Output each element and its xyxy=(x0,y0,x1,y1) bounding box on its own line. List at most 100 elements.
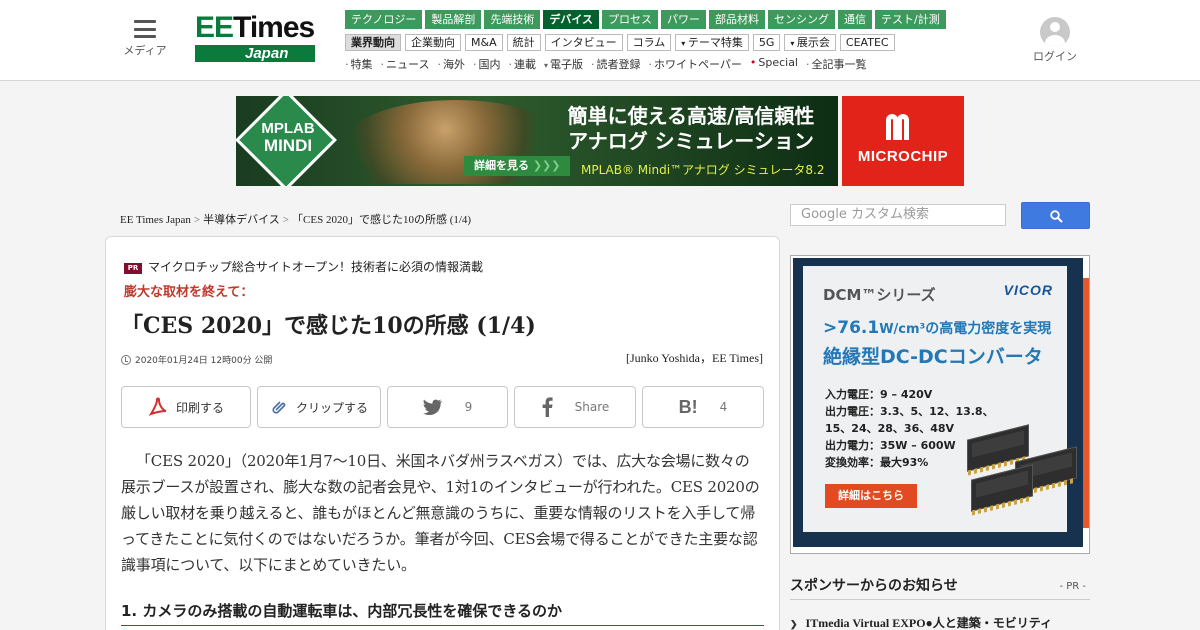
login-label: ログイン xyxy=(1033,50,1077,63)
ad-power-density-value: >76.1 xyxy=(823,318,880,338)
nav-secondary-item[interactable]: M&A xyxy=(465,34,503,51)
hamburger-icon xyxy=(134,20,156,38)
vicor-side-ad[interactable]: DCM™シリーズ VICOR >76.1W/cm³の高電力密度を実現 絶縁型DC… xyxy=(790,255,1090,554)
clip-button[interactable]: クリップする xyxy=(257,386,381,428)
nav-tertiary-item[interactable]: 読者登録 xyxy=(591,56,640,72)
nav-tertiary-item[interactable]: 海外 xyxy=(437,56,465,72)
sponsor-section: スポンサーからのお知らせ - PR - xyxy=(790,575,1090,600)
microchip-ad[interactable]: MICROCHIP xyxy=(842,96,964,186)
secondary-nav: 業界動向企業動向M&A統計インタビューコラムテーマ特集5G展示会CEATEC xyxy=(345,34,895,51)
nav-primary-item[interactable]: 通信 xyxy=(838,10,873,29)
site-header: メディア EETimes Japan テクノロジー 製品解剖 先端技術 デバイス プロセ… xyxy=(0,0,1200,81)
sponsor-pr-label: - PR - xyxy=(1059,581,1086,592)
publish-date: 2020年01月24日 12時00分 公開 xyxy=(121,353,272,366)
nav-primary-item[interactable]: 先端技術 xyxy=(484,10,541,29)
nav-secondary-item[interactable]: 5G xyxy=(752,34,781,51)
article-title: 「CES 2020」で感じた10の所感 (1/4) xyxy=(121,313,536,339)
ad-detail-button[interactable]: 詳細はこちら xyxy=(825,484,917,508)
media-menu-label: メディア xyxy=(123,44,167,57)
breadcrumb: EE Times Japan > 半導体デバイス > 「CES 2020」で感じた10の… xyxy=(120,214,472,226)
ad-spec-line: 入力電圧：9 – 420V xyxy=(825,388,933,401)
search-icon xyxy=(1050,210,1063,223)
hatena-icon: B! xyxy=(678,396,698,417)
print-button[interactable]: 印刷する xyxy=(121,386,251,428)
nav-primary-item[interactable]: 部品材料 xyxy=(709,10,766,29)
ad-series: DCM™シリーズ xyxy=(823,286,936,304)
ad-headline-1: >76.1W/cm³の高電力密度を実現 xyxy=(823,318,1051,338)
breadcrumb-category[interactable]: 半導体デバイス xyxy=(203,214,280,226)
nav-secondary-item[interactable]: 企業動向 xyxy=(405,34,461,51)
nav-secondary-item[interactable]: 統計 xyxy=(506,34,541,51)
ad-spec-line: 15、24、28、36、48V xyxy=(825,422,955,435)
nav-secondary-item[interactable]: インタビュー xyxy=(544,34,623,51)
nav-secondary-item[interactable]: CEATEC xyxy=(839,34,895,51)
user-avatar-icon xyxy=(1040,17,1070,47)
banner-headline-1: 簡単に使える高速/高信頼性 xyxy=(567,104,815,128)
banner-headline-2: アナログ シミュレーション xyxy=(568,129,814,153)
login-button[interactable]: ログイン xyxy=(1030,17,1080,64)
pr-link[interactable]: PR マイクロチップ総合サイトオープン！技術者に必須の情報満載 xyxy=(124,258,483,275)
twitter-icon xyxy=(422,399,443,415)
facebook-share-button[interactable]: Share xyxy=(514,386,636,428)
tertiary-nav: 特集ニュース海外国内連載電子版読者登録ホワイトペーパー Special 全記事一覧 xyxy=(345,56,867,72)
breadcrumb-current: 「CES 2020」で感じた10の所感 (1/4) xyxy=(292,214,472,226)
sponsor-item[interactable]: ITmedia Virtual EXPO●人と建築・モビリティ xyxy=(790,614,1053,630)
search-input[interactable]: Google カスタム検索 xyxy=(790,204,1006,226)
nav-tertiary-item[interactable]: 特集 xyxy=(345,56,373,72)
nav-secondary-item[interactable]: 業界動向 xyxy=(345,34,401,51)
site-logo[interactable]: EETimes Japan xyxy=(195,13,315,63)
sponsor-heading: スポンサーからのお知らせ xyxy=(790,578,958,594)
nav-secondary-item[interactable]: テーマ特集 xyxy=(675,34,749,51)
banner-headline: 簡単に使える高速/高信頼性 アナログ シミュレーション xyxy=(556,104,826,154)
nav-primary-item[interactable]: センシング xyxy=(768,10,836,29)
nav-primary-item[interactable]: テクノロジー xyxy=(345,10,423,29)
twitter-share-button[interactable]: 9 xyxy=(387,386,508,428)
badge-line2: MINDI xyxy=(263,136,313,155)
badge-line1: MPLAB xyxy=(261,120,315,137)
hatena-bookmark-button[interactable]: B! 4 xyxy=(642,386,764,428)
publish-date-text: 2020年01月24日 12時00分 公開 xyxy=(135,356,273,366)
microchip-brand: MICROCHIP xyxy=(857,148,949,165)
ad-headline-2: 絶縁型DC-DCコンバータ xyxy=(823,346,1043,368)
nav-tertiary-item[interactable]: ニュース xyxy=(381,56,429,72)
nav-primary-item[interactable]: プロセス xyxy=(602,10,659,29)
primary-nav: テクノロジー 製品解剖 先端技術 デバイス プロセス パワー 部品材料 センシング 通信 テスト/… xyxy=(345,10,946,29)
twitter-count: 9 xyxy=(464,400,473,414)
banner-detail-button[interactable]: 詳細を見る xyxy=(464,156,571,176)
media-menu-button[interactable]: メディア xyxy=(120,20,170,58)
nav-primary-item[interactable]: デバイス xyxy=(543,10,600,29)
nav-primary-item[interactable]: パワー xyxy=(661,10,707,29)
banner-product: MPLAB® Mindi™アナログ シミュレータ8.2 xyxy=(581,163,825,177)
breadcrumb-home[interactable]: EE Times Japan xyxy=(120,214,191,226)
ad-power-density-unit: W/cm³ xyxy=(879,322,926,337)
nav-primary-item[interactable]: テスト/計測 xyxy=(875,10,946,29)
article-body: 「CES 2020」（2020年1月7～10日、米国ネバダ州ラスベガス）では、広… xyxy=(121,452,760,574)
nav-tertiary-item[interactable]: 電子版 xyxy=(544,56,583,72)
clock-icon xyxy=(121,355,131,365)
article-toolbar: 印刷する クリップする 9 Share B! 4 xyxy=(121,386,764,428)
nav-tertiary-item[interactable]: Special xyxy=(750,56,798,72)
nav-primary-item[interactable]: 製品解剖 xyxy=(425,10,482,29)
article-subtitle: 膨大な取材を終えて： xyxy=(124,285,254,300)
microchip-logo-icon xyxy=(886,114,920,142)
vicor-logo: VICOR xyxy=(1003,282,1053,298)
pdf-icon xyxy=(148,397,168,417)
clip-label: クリップする xyxy=(295,400,368,415)
article-byline: [Junko Yoshida，EE Times] xyxy=(625,351,763,365)
section-heading: 1. カメラのみ搭載の自動運転車は、内部冗長性を確保できるのか xyxy=(121,600,764,626)
nav-secondary-item[interactable]: 展示会 xyxy=(784,34,836,51)
nav-tertiary-item[interactable]: 国内 xyxy=(473,56,500,72)
pr-text: マイクロチップ総合サイトオープン！技術者に必須の情報満載 xyxy=(148,260,484,274)
hatena-count: 4 xyxy=(719,400,728,414)
nav-tertiary-item[interactable]: 連載 xyxy=(508,56,536,72)
ad-spec-line: 出力電圧：3.3、5、12、13.8、 xyxy=(825,405,994,418)
nav-tertiary-item[interactable]: 全記事一覧 xyxy=(806,56,867,72)
nav-tertiary-item[interactable]: ホワイトペーパー xyxy=(648,56,742,72)
logo-ee: EE xyxy=(195,11,234,44)
print-label: 印刷する xyxy=(175,400,224,415)
mplab-mindi-banner-ad[interactable]: MPLAB MINDI 簡単に使える高速/高信頼性 アナログ シミュレーション … xyxy=(236,96,838,186)
paperclip-icon xyxy=(270,398,288,416)
ad-headline-rest: の高電力密度を実現 xyxy=(925,321,1052,337)
nav-secondary-item[interactable]: コラム xyxy=(626,34,672,51)
search-button[interactable] xyxy=(1021,202,1090,229)
